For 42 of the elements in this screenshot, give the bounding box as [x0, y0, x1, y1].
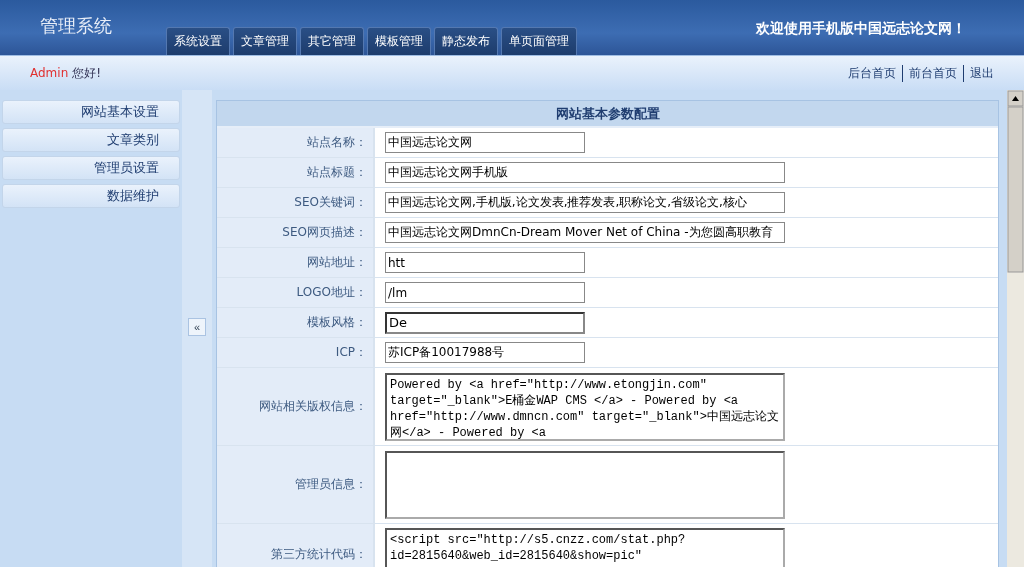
top-link[interactable]: 退出 [963, 64, 1000, 82]
sidebar-item[interactable]: 管理员设置 [2, 156, 180, 180]
nav-tab[interactable]: 文章管理 [233, 27, 297, 55]
field-label: LOGO地址： [217, 278, 375, 307]
text-field[interactable]: 中国远志论文网手机版 [385, 162, 785, 183]
scrollbar[interactable] [1007, 90, 1024, 567]
field-label: 网站地址： [217, 248, 375, 277]
user-name: Admin [30, 66, 69, 80]
field-label: 网站相关版权信息： [217, 368, 375, 445]
text-area[interactable] [385, 450, 785, 519]
nav-tab[interactable]: 单页面管理 [501, 27, 577, 55]
field-label: 管理员信息： [217, 446, 375, 523]
text-field[interactable]: /lm [385, 282, 585, 303]
text-field[interactable]: 苏ICP备10017988号 [385, 342, 585, 363]
top-link[interactable]: 前台首页 [902, 64, 963, 82]
nav-tab[interactable]: 系统设置 [166, 27, 230, 55]
field-label: SEO关键词： [217, 188, 375, 217]
text-field[interactable]: 中国远志论文网 [385, 132, 585, 153]
field-label: 第三方统计代码： [217, 524, 375, 567]
text-area[interactable]: <script src="http://s5.cnzz.com/stat.php?id=2815640&web_id=2815640&show=pic" [385, 528, 785, 567]
template-select[interactable]: De [385, 311, 585, 334]
text-area[interactable]: Powered by <a href="http://www.etongjin.com" target="_blank">E桶金WAP CMS </a> - Powered by <a href="http://www.dmncn.com" target="_blank">中国远志论文网</a> - Powered by <a [385, 372, 785, 441]
field-label: ICP： [217, 338, 375, 367]
sidebar-item[interactable]: 文章类别 [2, 128, 180, 152]
text-field[interactable]: htt [385, 252, 585, 273]
nav-tab[interactable]: 其它管理 [300, 27, 364, 55]
field-label: 模板风格： [217, 308, 375, 337]
collapse-button[interactable]: « [188, 318, 206, 336]
greeting: 您好! [72, 64, 102, 82]
field-label: 站点名称： [217, 128, 375, 157]
text-field[interactable]: 中国远志论文网,手机版,论文发表,推荐发表,职称论文,省级论文,核心 [385, 192, 785, 213]
sidebar-item[interactable]: 网站基本设置 [2, 100, 180, 124]
top-link[interactable]: 后台首页 [842, 64, 902, 82]
nav-tab[interactable]: 模板管理 [367, 27, 431, 55]
field-label: 站点标题： [217, 158, 375, 187]
panel-title: 网站基本参数配置 [217, 101, 998, 128]
welcome-text: 欢迎使用手机版中国远志论文网！ [756, 20, 966, 38]
sidebar-item[interactable]: 数据维护 [2, 184, 180, 208]
nav-tab[interactable]: 静态发布 [434, 27, 498, 55]
field-label: SEO网页描述： [217, 218, 375, 247]
system-title: 管理系统 [40, 14, 112, 38]
text-field[interactable]: 中国远志论文网DmnCn-Dream Mover Net of China -为您圆高职教育 [385, 222, 785, 243]
